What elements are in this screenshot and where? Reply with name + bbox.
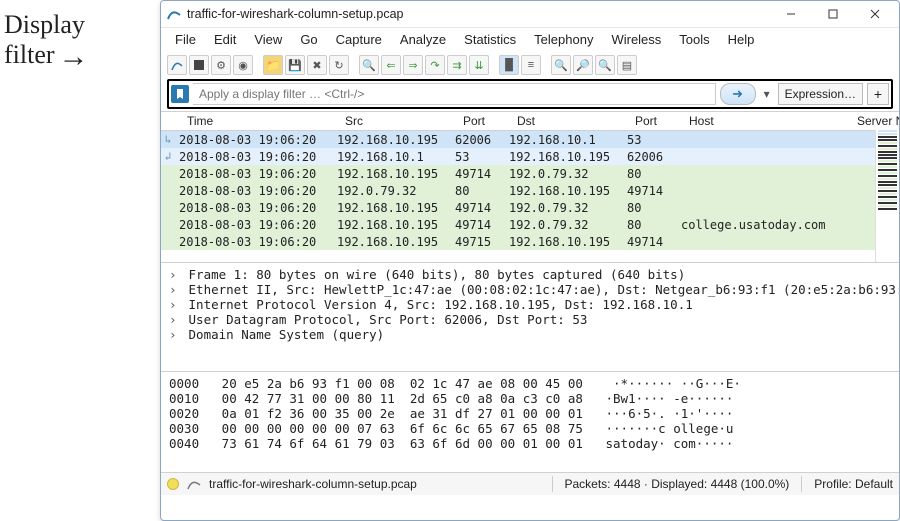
menu-go[interactable]: Go <box>292 30 325 49</box>
save-file-icon[interactable]: 💾 <box>285 55 305 75</box>
stop-capture-icon[interactable] <box>189 55 209 75</box>
detail-line[interactable]: › User Datagram Protocol, Src Port: 6200… <box>169 312 891 327</box>
menu-telephony[interactable]: Telephony <box>526 30 601 49</box>
column-dport[interactable]: Port <box>631 114 685 128</box>
packet-details-pane[interactable]: › Frame 1: 80 bytes on wire (640 bits), … <box>161 263 899 372</box>
column-time[interactable]: Time <box>183 114 341 128</box>
wireshark-window: traffic-for-wireshark-column-setup.pcap … <box>160 0 900 521</box>
shark-fin-icon[interactable] <box>167 55 187 75</box>
hex-line[interactable]: 0040 73 61 74 6f 64 61 79 03 63 6f 6d 00… <box>169 436 891 451</box>
maximize-button[interactable] <box>815 4 851 24</box>
detail-line[interactable]: › Ethernet II, Src: HewlettP_1c:47:ae (0… <box>169 282 891 297</box>
packet-bytes-pane[interactable]: 0000 20 e5 2a b6 93 f1 00 08 02 1c 47 ae… <box>161 372 899 472</box>
menu-file[interactable]: File <box>167 30 204 49</box>
window-title: traffic-for-wireshark-column-setup.pcap <box>187 7 767 21</box>
packet-row[interactable]: 2018-08-03 19:06:20192.168.10.1954971419… <box>161 199 899 216</box>
detail-line[interactable]: › Domain Name System (query) <box>169 327 891 342</box>
status-profile[interactable]: Profile: Default <box>814 477 893 491</box>
menu-capture[interactable]: Capture <box>328 30 390 49</box>
toolbar: ⚙ ◉ 📁 💾 ✖ ↻ 🔍 ⇐ ⇒ ↷ ⇉ ⇊ █ ≡ 🔍 🔎 🔍 ▤ <box>161 53 899 79</box>
go-back-icon[interactable]: ⇐ <box>381 55 401 75</box>
zoom-out-icon[interactable]: 🔎 <box>573 55 593 75</box>
menu-tools[interactable]: Tools <box>671 30 717 49</box>
close-button[interactable] <box>857 4 893 24</box>
restart-capture-icon[interactable]: ⚙ <box>211 55 231 75</box>
arrow-right-icon: → <box>59 40 89 75</box>
capture-options-icon[interactable]: ◉ <box>233 55 253 75</box>
packet-row[interactable]: 2018-08-03 19:06:20192.0.79.3280192.168.… <box>161 182 899 199</box>
first-packet-icon[interactable]: ⇉ <box>447 55 467 75</box>
go-forward-icon[interactable]: ⇒ <box>403 55 423 75</box>
display-filter-input[interactable] <box>193 83 716 105</box>
packet-row[interactable]: 2018-08-03 19:06:20192.168.10.1954971419… <box>161 216 899 233</box>
menu-edit[interactable]: Edit <box>206 30 244 49</box>
close-file-icon[interactable]: ✖ <box>307 55 327 75</box>
wireshark-icon <box>167 7 181 21</box>
auto-scroll-icon[interactable]: ≡ <box>521 55 541 75</box>
packet-minimap[interactable] <box>875 130 899 262</box>
packet-row[interactable]: ↳2018-08-03 19:06:20192.168.10.195620061… <box>161 131 899 148</box>
hex-line[interactable]: 0010 00 42 77 31 00 00 80 11 2d 65 c0 a8… <box>169 391 891 406</box>
packet-list-header[interactable]: Time Src Port Dst Port Host Server Name <box>161 112 899 131</box>
status-packet-counts: Packets: 4448 · Displayed: 4448 (100.0%) <box>565 477 790 491</box>
column-server-name[interactable]: Server Name <box>853 114 899 128</box>
zoom-reset-icon[interactable]: 🔍 <box>595 55 615 75</box>
menu-view[interactable]: View <box>246 30 290 49</box>
column-src[interactable]: Src <box>341 114 459 128</box>
hex-line[interactable]: 0000 20 e5 2a b6 93 f1 00 08 02 1c 47 ae… <box>169 376 891 391</box>
packet-row[interactable]: 2018-08-03 19:06:20192.168.10.1954971519… <box>161 233 899 250</box>
last-packet-icon[interactable]: ⇊ <box>469 55 489 75</box>
reload-icon[interactable]: ↻ <box>329 55 349 75</box>
zoom-in-icon[interactable]: 🔍 <box>551 55 571 75</box>
detail-line[interactable]: › Internet Protocol Version 4, Src: 192.… <box>169 297 891 312</box>
hex-line[interactable]: 0030 00 00 00 00 00 00 07 63 6f 6c 6c 65… <box>169 421 891 436</box>
expression-button[interactable]: Expression… <box>778 83 863 105</box>
minimize-button[interactable] <box>773 4 809 24</box>
packet-row[interactable]: 2018-08-03 19:06:20192.168.10.1954971419… <box>161 165 899 182</box>
colorize-icon[interactable]: █ <box>499 55 519 75</box>
column-sport[interactable]: Port <box>459 114 513 128</box>
display-filter-bar: ➜ ▾ Expression… + <box>167 79 893 109</box>
titlebar: traffic-for-wireshark-column-setup.pcap <box>161 1 899 28</box>
menubar: FileEditViewGoCaptureAnalyzeStatisticsTe… <box>161 28 899 53</box>
packet-row[interactable]: ↲2018-08-03 19:06:20192.168.10.153192.16… <box>161 148 899 165</box>
add-filter-button[interactable]: + <box>867 83 889 105</box>
callout-label: Display filter→ <box>0 0 160 521</box>
column-host[interactable]: Host <box>685 114 853 128</box>
find-packet-icon[interactable]: 🔍 <box>359 55 379 75</box>
detail-line[interactable]: › Frame 1: 80 bytes on wire (640 bits), … <box>169 267 891 282</box>
resize-columns-icon[interactable]: ▤ <box>617 55 637 75</box>
jump-to-icon[interactable]: ↷ <box>425 55 445 75</box>
packet-list-pane: Time Src Port Dst Port Host Server Name … <box>161 111 899 263</box>
capture-file-icon <box>187 478 201 490</box>
menu-help[interactable]: Help <box>720 30 763 49</box>
status-file: traffic-for-wireshark-column-setup.pcap <box>209 477 417 491</box>
menu-statistics[interactable]: Statistics <box>456 30 524 49</box>
menu-analyze[interactable]: Analyze <box>392 30 454 49</box>
hex-line[interactable]: 0020 0a 01 f2 36 00 35 00 2e ae 31 df 27… <box>169 406 891 421</box>
filter-history-dropdown-icon[interactable]: ▾ <box>760 87 774 101</box>
column-dst[interactable]: Dst <box>513 114 631 128</box>
expert-info-icon[interactable] <box>167 478 179 490</box>
status-bar: traffic-for-wireshark-column-setup.pcap … <box>161 472 899 495</box>
open-file-icon[interactable]: 📁 <box>263 55 283 75</box>
bookmark-icon[interactable] <box>171 85 189 103</box>
apply-filter-button[interactable]: ➜ <box>720 83 756 105</box>
menu-wireless[interactable]: Wireless <box>603 30 669 49</box>
